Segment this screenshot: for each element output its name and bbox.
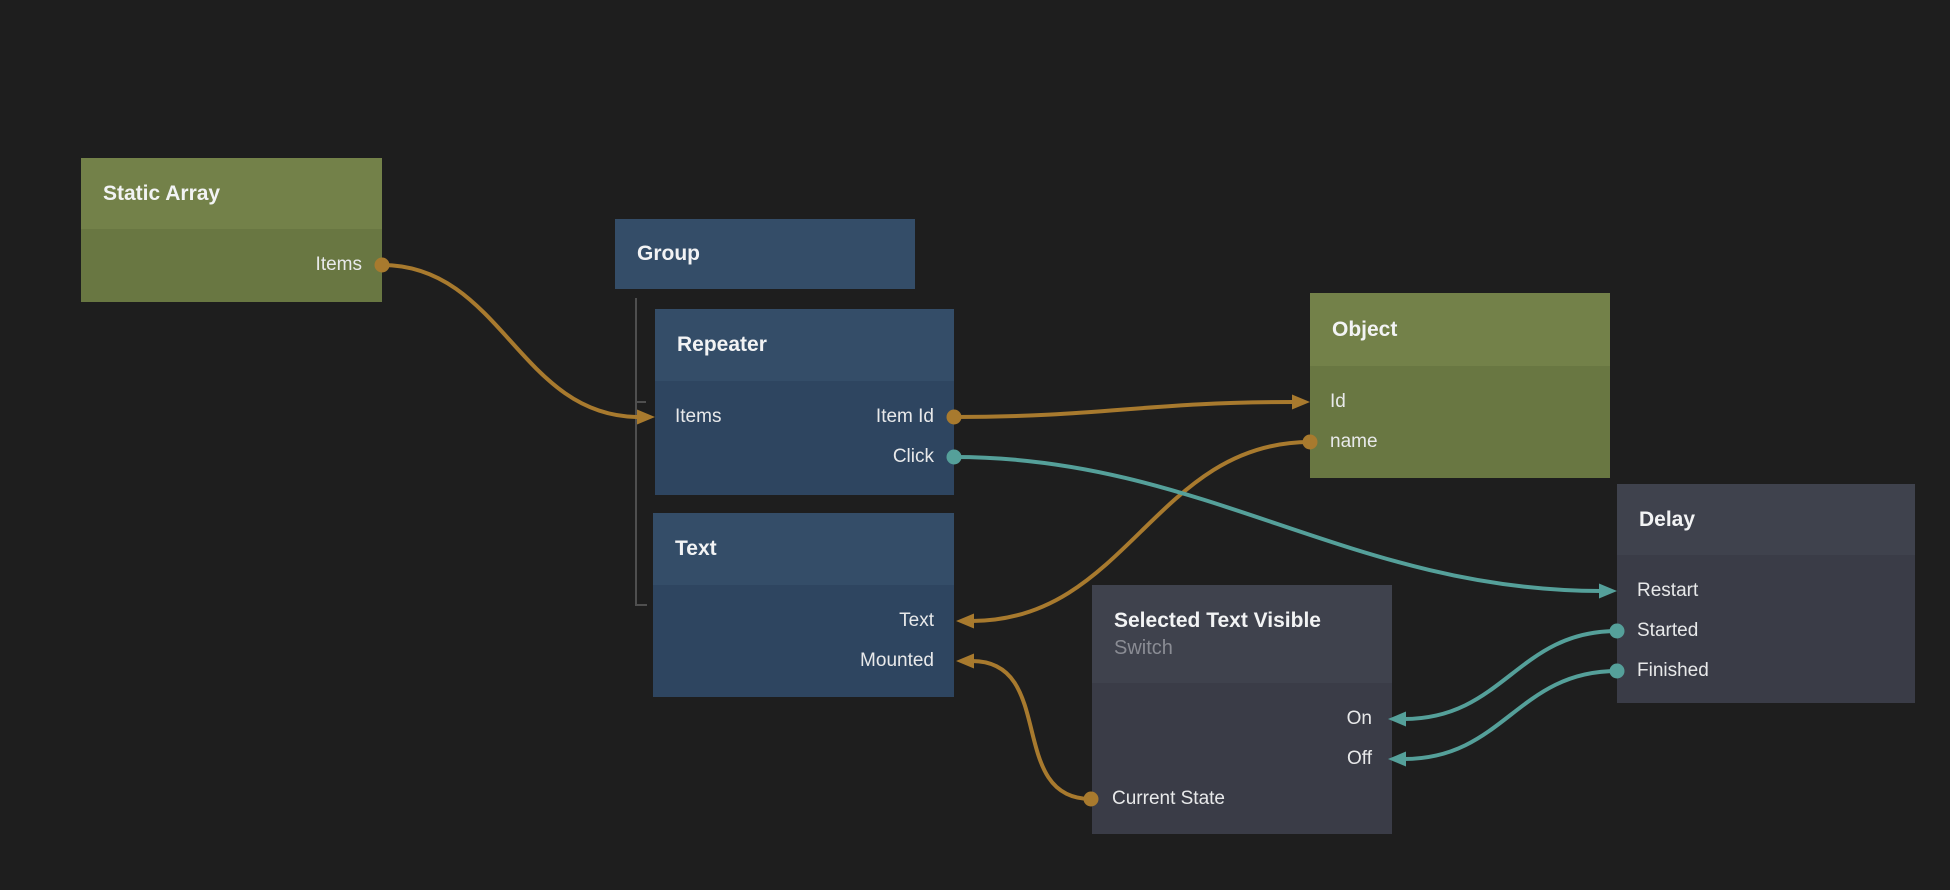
node-title: Text [675,535,932,562]
node-delay[interactable]: Delay Restart Started Finished [1617,484,1915,703]
node-editor-canvas[interactable]: Static Array Items Group Repeater Items … [0,0,1950,890]
node-subtitle: Switch [1114,635,1370,661]
port-finished-output[interactable]: Finished [1637,651,1709,691]
port-on-input[interactable]: On [1347,699,1372,739]
wire-switch-current-state-to-text-mounted[interactable] [956,654,1099,807]
port-name-output[interactable]: name [1330,422,1378,462]
port-mounted-input[interactable]: Mounted [860,641,934,681]
port-started-output[interactable]: Started [1637,611,1698,651]
port-row[interactable]: Started [1617,611,1915,651]
port-text-input[interactable]: Text [899,601,934,641]
port-items-input[interactable]: Items [675,397,721,437]
arrowhead-icon [956,654,974,669]
port-row[interactable]: Id [1310,382,1610,422]
port-row[interactable]: Click [655,437,954,477]
node-repeater[interactable]: Repeater Items Item Id Click [655,309,954,495]
port-item-id-output[interactable]: Item Id [876,397,934,437]
node-header[interactable]: Text [653,513,954,585]
group-children-bracket [636,298,647,605]
node-title: Selected Text Visible [1114,607,1370,634]
node-header[interactable]: Static Array [81,158,382,229]
arrowhead-icon [956,614,974,629]
node-header[interactable]: Group [615,219,915,289]
node-header[interactable]: Object [1310,293,1610,366]
wire-static-array-items-to-repeater-items[interactable] [375,258,656,425]
node-body: Text Mounted [653,585,954,697]
port-items-output[interactable]: Items [81,245,382,285]
node-title: Group [637,240,893,267]
port-row[interactable]: Off [1092,739,1392,779]
node-title: Repeater [677,331,932,358]
arrowhead-icon [1599,584,1617,599]
wire-delay-started-to-switch-on[interactable] [1388,624,1625,727]
port-click-output[interactable]: Click [893,437,934,477]
node-title: Object [1332,316,1588,343]
port-current-state-output[interactable]: Current State [1112,779,1225,819]
node-header[interactable]: Selected Text Visible Switch [1092,585,1392,683]
port-row[interactable]: Current State [1092,779,1392,819]
node-body: Items Item Id Click [655,381,954,495]
node-body: Restart Started Finished [1617,555,1915,703]
node-body: Items [81,229,382,302]
port-restart-input[interactable]: Restart [1637,571,1698,611]
node-group[interactable]: Group [615,219,915,289]
port-id-input[interactable]: Id [1330,382,1346,422]
port-row[interactable]: name [1310,422,1610,462]
port-row[interactable]: Mounted [653,641,954,681]
arrowhead-icon [637,410,655,425]
node-title: Delay [1639,506,1893,533]
port-row[interactable]: Text [653,601,954,641]
port-off-input[interactable]: Off [1347,739,1372,779]
node-text[interactable]: Text Text Mounted [653,513,954,697]
port-row[interactable]: On [1092,699,1392,739]
port-row[interactable]: Restart [1617,571,1915,611]
node-object[interactable]: Object Id name [1310,293,1610,478]
node-header[interactable]: Delay [1617,484,1915,555]
node-body: Id name [1310,366,1610,478]
port-row[interactable]: Finished [1617,651,1915,691]
arrowhead-icon [1292,395,1310,410]
node-body: On Off Current State [1092,683,1392,834]
wire-repeater-item-id-to-object-id[interactable] [947,395,1311,425]
port-row[interactable]: Items Item Id [655,397,954,437]
connections-layer [0,0,1950,890]
node-title: Static Array [103,180,360,207]
node-header[interactable]: Repeater [655,309,954,381]
wire-delay-finished-to-switch-off[interactable] [1388,664,1625,767]
node-switch[interactable]: Selected Text Visible Switch On Off Curr… [1092,585,1392,834]
node-static-array[interactable]: Static Array Items [81,158,382,302]
